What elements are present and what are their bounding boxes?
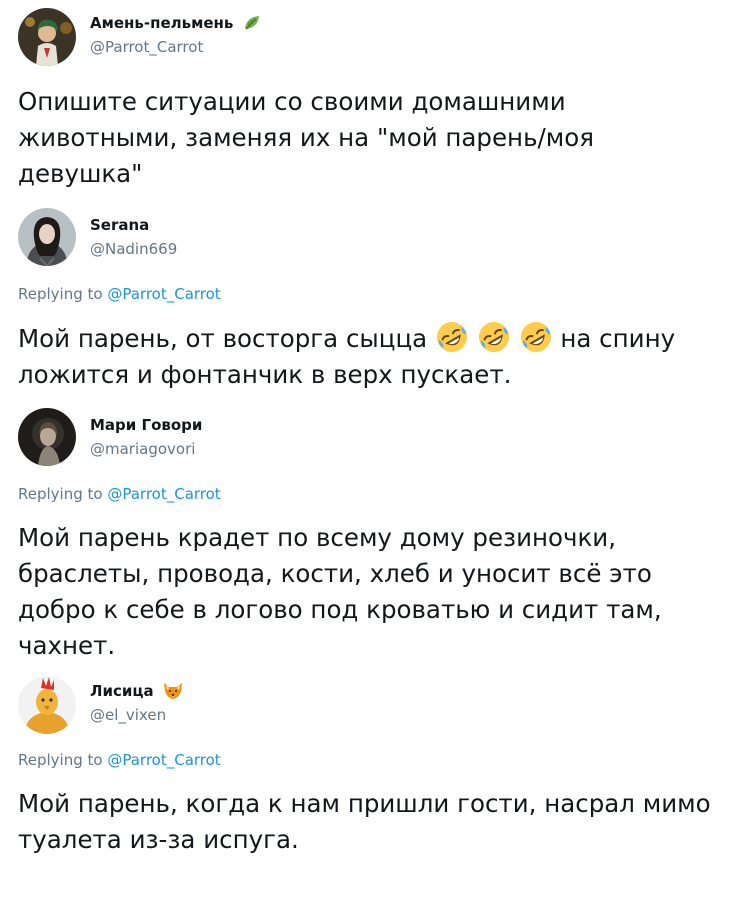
display-name[interactable]: Serana [90, 216, 149, 234]
reply-tweet: Лисица @el_vixen Replying to @Parrot_Car… [0, 668, 734, 908]
user-handle[interactable]: @Parrot_Carrot [90, 38, 203, 56]
mention-link[interactable]: @Parrot_Carrot [107, 751, 220, 769]
avatar[interactable] [18, 208, 76, 266]
tweet-original: Амень-пельмень @Parrot_Carrot Опишите си… [0, 0, 734, 200]
display-name[interactable]: Амень-пельмень [90, 14, 261, 36]
replying-label: Replying to [18, 751, 103, 769]
reply-tweet: Serana @Nadin669 Replying to @Parrot_Car… [0, 200, 734, 400]
avatar[interactable] [18, 8, 76, 66]
replying-label: Replying to [18, 285, 103, 303]
user-handle[interactable]: @el_vixen [90, 706, 166, 724]
replying-to: Replying to @Parrot_Carrot [18, 485, 221, 503]
user-handle[interactable]: @Nadin669 [90, 240, 177, 258]
mention-link[interactable]: @Parrot_Carrot [107, 485, 220, 503]
tweet-text: Мой парень, от восторга сыцца на спину л… [18, 320, 718, 393]
rofl-emoji-icon [519, 320, 553, 354]
user-handle[interactable]: @mariagovori [90, 440, 195, 458]
display-name[interactable]: Мари Говори [90, 416, 202, 434]
leaf-emoji-icon [243, 14, 261, 36]
fox-emoji-icon [163, 682, 183, 704]
rofl-emoji-icon [435, 320, 469, 354]
tweet-text: Мой парень крадет по всему дому резиночк… [18, 523, 662, 660]
avatar[interactable] [18, 676, 76, 734]
reply-tweet: Мари Говори @mariagovori Replying to @Pa… [0, 400, 734, 668]
tweet-text: Опишите ситуации со своими домашними жив… [18, 87, 594, 188]
replying-to: Replying to @Parrot_Carrot [18, 285, 221, 303]
replying-to: Replying to @Parrot_Carrot [18, 751, 221, 769]
replying-label: Replying to [18, 485, 103, 503]
tweet-text-part: Мой парень, от восторга сыцца [18, 324, 428, 353]
avatar[interactable] [18, 408, 76, 466]
mention-link[interactable]: @Parrot_Carrot [107, 285, 220, 303]
tweet-text: Мой парень, когда к нам пришли гости, на… [18, 789, 711, 854]
display-name[interactable]: Лисица [90, 682, 183, 704]
rofl-emoji-icon [477, 320, 511, 354]
